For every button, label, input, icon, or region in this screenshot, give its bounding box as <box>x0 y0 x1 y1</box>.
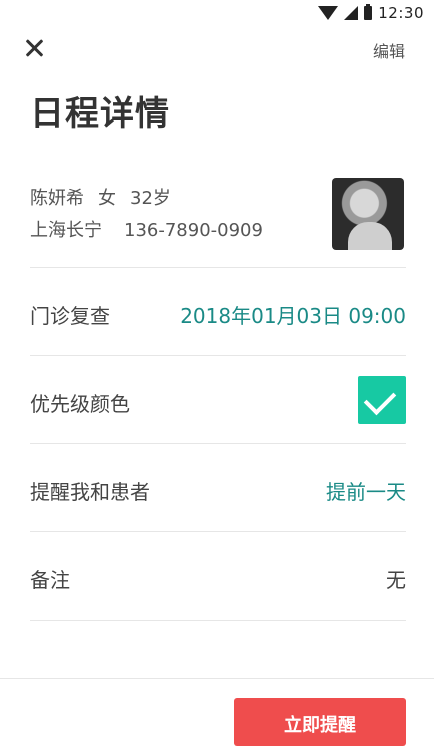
visit-type-label: 门诊复查 <box>30 304 110 328</box>
visit-datetime[interactable]: 2018年01月03日 09:00 <box>180 300 406 329</box>
note-row[interactable]: 备注 无 <box>30 556 406 596</box>
cellular-icon <box>344 6 359 20</box>
patient-name: 陈妍希 <box>30 188 84 209</box>
note-value[interactable]: 无 <box>386 564 406 593</box>
note-label: 备注 <box>30 568 70 592</box>
wifi-icon <box>318 6 339 20</box>
divider <box>30 355 406 356</box>
reminder-value[interactable]: 提前一天 <box>326 476 406 505</box>
patient-phone[interactable]: 136-7890-0909 <box>124 220 263 241</box>
visit-type-row[interactable]: 门诊复查 2018年01月03日 09:00 <box>30 292 406 332</box>
patient-gender: 女 <box>98 188 116 209</box>
check-icon <box>363 382 397 416</box>
close-icon[interactable] <box>22 36 46 60</box>
status-time: 12:30 <box>378 4 424 22</box>
edit-button[interactable]: 编辑 <box>373 38 405 62</box>
patient-line-1: 陈妍希女 32岁 <box>30 184 171 210</box>
page-title: 日程详情 <box>30 94 170 134</box>
status-icons: 12:30 <box>318 4 424 22</box>
patient-district: 上海长宁 <box>30 220 102 241</box>
divider <box>30 620 406 621</box>
battery-icon <box>364 4 373 20</box>
divider <box>30 267 406 268</box>
status-bar: 12:30 <box>0 0 434 28</box>
priority-color-row[interactable]: 优先级颜色 <box>30 376 406 424</box>
patient-line-2: 上海长宁 136-7890-0909 <box>30 216 263 242</box>
avatar[interactable] <box>332 178 404 250</box>
patient-info: 陈妍希女 32岁 上海长宁 136-7890-0909 <box>30 178 406 250</box>
divider <box>30 531 406 532</box>
reminder-label: 提醒我和患者 <box>30 480 150 504</box>
priority-color-checkbox[interactable] <box>358 376 406 424</box>
footer-divider <box>0 678 434 679</box>
divider <box>30 443 406 444</box>
priority-color-label: 优先级颜色 <box>30 392 130 416</box>
patient-age: 32岁 <box>130 188 171 209</box>
reminder-row[interactable]: 提醒我和患者 提前一天 <box>30 468 406 508</box>
